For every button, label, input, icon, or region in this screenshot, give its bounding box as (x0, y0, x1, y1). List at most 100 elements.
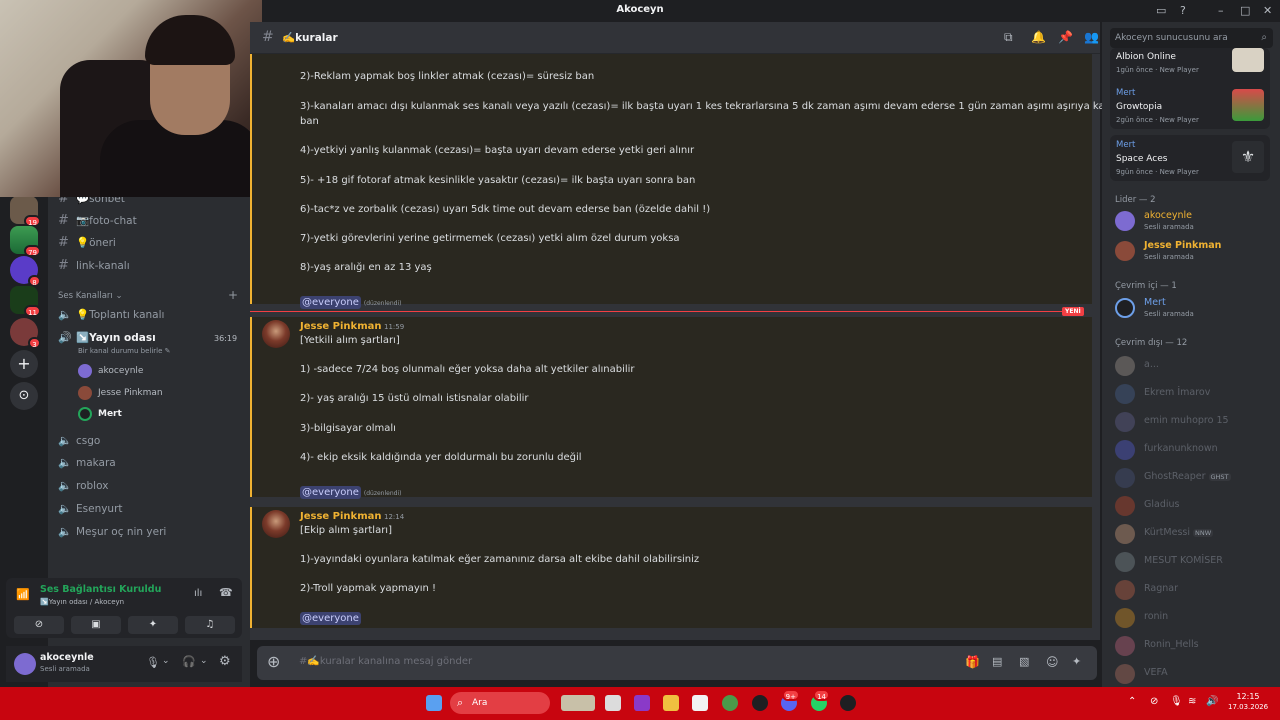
member-offline[interactable]: ronin (1115, 605, 1275, 631)
volume-icon[interactable]: 🔊 (1206, 696, 1218, 707)
avatar (1115, 552, 1135, 572)
taskbar-search[interactable]: ⌕ Ara (450, 692, 550, 714)
screen-share-button[interactable]: ▣ (71, 616, 121, 634)
everyone-mention[interactable]: @everyone (300, 296, 361, 309)
member-offline[interactable]: a... (1115, 353, 1275, 379)
member-akoceynle[interactable]: akoceynle Sesli aramada (1115, 208, 1275, 234)
obs-icon[interactable] (840, 695, 856, 711)
steam-icon[interactable] (752, 695, 768, 711)
everyone-mention[interactable]: @everyone (300, 486, 361, 499)
channel-toplanti[interactable]: 🔈 💡Toplantı kanalı (58, 305, 243, 325)
voice-status[interactable]: Ses Bağlantısı Kuruldu (40, 584, 161, 595)
member-jesse-pinkman[interactable]: Jesse Pinkman Sesli aramada (1115, 238, 1275, 264)
channel-foto-chat[interactable]: # 📷foto-chat (58, 211, 243, 231)
voice-channel-path[interactable]: ↘️Yayın odası / Akoceyn (40, 598, 124, 606)
bell-icon[interactable]: 🔔 (1031, 30, 1046, 44)
activity-card[interactable]: Mert Space Aces 9gün önce · New Player ⚜ (1110, 135, 1270, 181)
apps-icon[interactable]: ✦ (1072, 655, 1081, 668)
inbox-icon[interactable]: ▭ (1156, 4, 1166, 17)
gift-icon[interactable]: 🎁 (965, 655, 980, 669)
emoji-icon[interactable]: ☺ (1046, 655, 1059, 669)
help-icon[interactable]: ? (1180, 4, 1186, 17)
channel-oneri[interactable]: # 💡öneri (58, 233, 243, 253)
disconnect-icon[interactable]: ☎ (219, 586, 233, 599)
task-view-icon[interactable] (605, 695, 621, 711)
network-icon[interactable]: ⊘ (1150, 696, 1158, 707)
members-icon[interactable]: 👥 (1084, 30, 1099, 44)
member-offline[interactable]: Gladius (1115, 493, 1275, 519)
add-channel-icon[interactable]: + (228, 288, 238, 302)
voice-user[interactable]: akoceynle (78, 361, 143, 381)
avatar[interactable] (262, 320, 290, 348)
discord-icon[interactable]: 9+ (781, 689, 800, 711)
avatar[interactable] (262, 510, 290, 538)
message-author[interactable]: Jesse Pinkman (300, 321, 381, 332)
channel-mesur[interactable]: 🔈 Meşur oç nin yeri (58, 522, 243, 542)
member-offline[interactable]: VEFA (1115, 661, 1275, 687)
channel-label: 💡Toplantı kanalı (76, 309, 165, 321)
avatar (1115, 636, 1135, 656)
avatar[interactable] (14, 653, 36, 675)
member-offline[interactable]: Ragnar (1115, 577, 1275, 603)
member-offline[interactable]: Ronin_Hells (1115, 633, 1275, 659)
member-offline[interactable]: KürtMessi NNW (1115, 521, 1275, 547)
discover-icon[interactable]: ⊙ (10, 382, 38, 410)
noise-suppression-icon[interactable]: ılı (194, 588, 202, 599)
threads-icon[interactable]: ⧉ (1004, 30, 1013, 45)
sticker-icon[interactable]: ▧ (1019, 655, 1029, 668)
channel-status[interactable]: Bir kanal durumu belirle ✎ (78, 347, 171, 355)
member-offline[interactable]: furkanunknown (1115, 437, 1275, 463)
microphone-icon[interactable]: 🎙 (146, 656, 160, 669)
mic-tray-icon[interactable]: 🎙 (1170, 696, 1183, 707)
close-icon[interactable]: ✕ (1263, 4, 1272, 17)
headphones-icon[interactable]: 🎧 (182, 655, 196, 668)
windows-start-icon[interactable] (426, 695, 442, 711)
member-offline[interactable]: Ekrem İmarov (1115, 381, 1275, 407)
member-offline[interactable]: MESUT KOMİSER (1115, 549, 1275, 575)
settings-gear-icon[interactable]: ⚙ (219, 654, 231, 669)
add-attachment-icon[interactable]: ⊕ (267, 652, 280, 671)
voice-section-header[interactable]: Ses Kanalları ⌄ (58, 291, 123, 301)
add-server-icon[interactable]: + (10, 350, 38, 378)
activity-card[interactable]: Mert Growtopia 2gün önce · New Player (1110, 83, 1270, 129)
server-search-input[interactable]: Akoceyn sunucusunu ara ⌕ (1110, 28, 1273, 48)
message-input[interactable]: #✍️kuralar kanalına mesaj gönder (299, 656, 472, 667)
everyone-mention[interactable]: @everyone (300, 612, 361, 625)
soundboard-button[interactable]: ♫ (185, 616, 235, 634)
activities-button[interactable]: ✦ (128, 616, 178, 634)
widget-icon[interactable] (561, 695, 595, 711)
member-offline[interactable]: emin muhopro 15 (1115, 409, 1275, 435)
message-line: 2)- yaş aralığı 15 üstü olmalı istisnala… (300, 393, 529, 404)
server-icon[interactable]: 11 (10, 286, 41, 317)
server-icon[interactable]: 19 (10, 196, 41, 227)
minimize-icon[interactable]: – (1218, 4, 1224, 17)
copilot-icon[interactable] (634, 695, 650, 711)
user-name[interactable]: akoceynle (40, 652, 94, 663)
file-explorer-icon[interactable] (663, 695, 679, 711)
message-author[interactable]: Jesse Pinkman (300, 511, 381, 522)
gif-icon[interactable]: ▤ (992, 655, 1002, 668)
store-icon[interactable] (692, 695, 708, 711)
whatsapp-icon[interactable]: 14 (811, 689, 830, 711)
channel-roblox[interactable]: 🔈 roblox (58, 476, 243, 496)
tray-chevron-icon[interactable]: ⌃ (1128, 696, 1136, 707)
channel-esenyurt[interactable]: 🔈 Esenyurt (58, 499, 243, 519)
server-icon[interactable]: 79 (10, 226, 41, 257)
pin-icon[interactable]: 📌 (1058, 30, 1073, 44)
camera-off-button[interactable]: ⊘ (14, 616, 64, 634)
member-offline[interactable]: GhostReaper GHST (1115, 465, 1275, 491)
channel-link-kanali[interactable]: # link-kanalı (58, 256, 243, 276)
channel-csgo[interactable]: 🔈 csgo (58, 431, 243, 451)
chevron-down-icon[interactable]: ⌄ (200, 656, 208, 666)
voice-user[interactable]: Mert (78, 404, 122, 424)
clock[interactable]: 12:15 17.03.2026 (1228, 692, 1268, 711)
wifi-icon[interactable]: ≋ (1188, 696, 1196, 707)
chevron-down-icon[interactable]: ⌄ (162, 656, 170, 666)
server-icon[interactable]: 3 (10, 318, 41, 349)
member-mert[interactable]: Mert Sesli aramada (1115, 295, 1275, 321)
server-icon[interactable]: 8 (10, 256, 41, 287)
maximize-icon[interactable]: □ (1240, 4, 1250, 17)
channel-makara[interactable]: 🔈 makara (58, 453, 243, 473)
voice-user[interactable]: Jesse Pinkman (78, 383, 163, 403)
chrome-icon[interactable] (722, 695, 738, 711)
